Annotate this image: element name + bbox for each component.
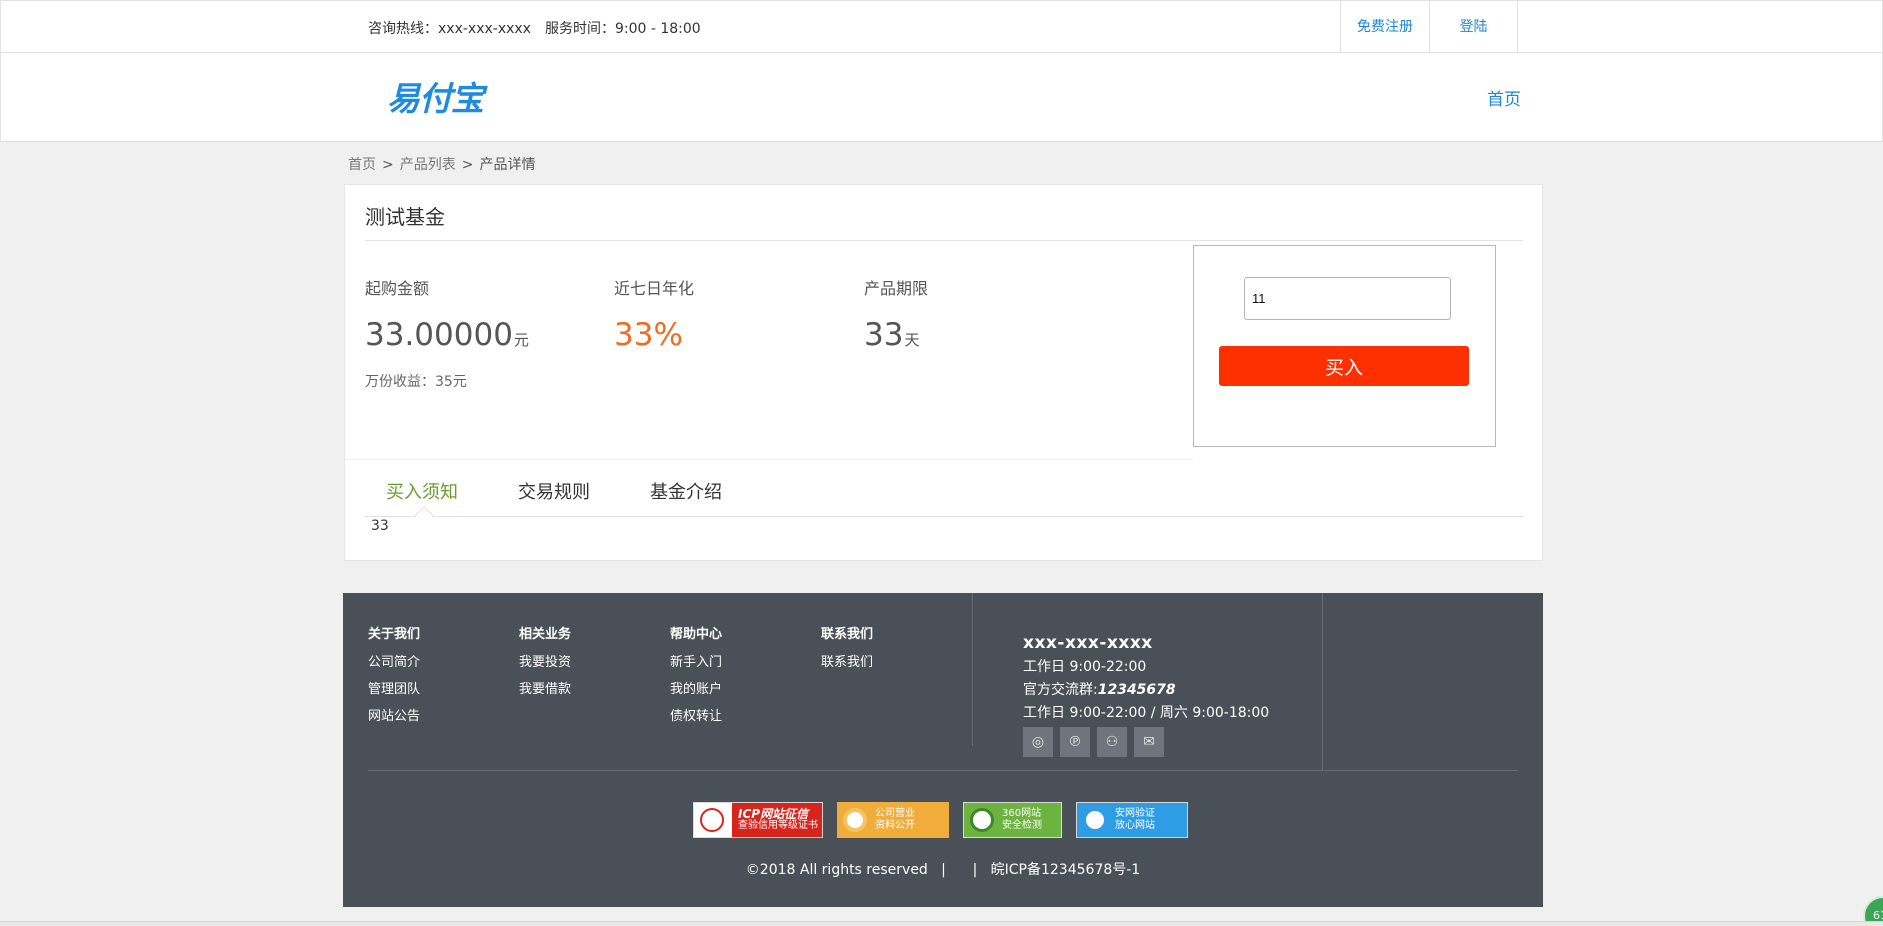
footer-contact: xxx-xxx-xxxx 工作日 9:00-22:00 官方交流群:123456… bbox=[1023, 633, 1269, 722]
weibo-icon[interactable]: ◎ bbox=[1023, 727, 1053, 757]
amount-input[interactable] bbox=[1244, 277, 1451, 320]
breadcrumb-product-list[interactable]: 产品列表 bbox=[400, 157, 456, 173]
stat-label: 起购金额 bbox=[365, 279, 430, 298]
footer-heading: 关于我们 bbox=[368, 627, 421, 642]
login-link[interactable]: 登陆 bbox=[1429, 1, 1518, 53]
account-links: 免费注册 登陆 bbox=[1340, 1, 1518, 53]
hotline-text: 咨询热线：xxx-xxx-xxxx bbox=[368, 21, 531, 37]
footer-column-help: 帮助中心 新手入门 我的账户 债权转让 bbox=[670, 623, 722, 732]
trust-badges: ICP网站征信 查验信用等级证书 公司营业 资料公开 360网站 安全检测 安网验证放… bbox=[693, 802, 1202, 838]
stat-label: 产品期限 bbox=[864, 279, 929, 298]
copyright-text: ©2018 All rights reserved | | 皖ICP备12345… bbox=[745, 862, 1141, 878]
footer-link[interactable]: 我的账户 bbox=[670, 678, 722, 697]
contact-hours: 工作日 9:00-22:00 bbox=[1023, 659, 1147, 675]
tabs-separator bbox=[345, 459, 1193, 460]
hotline-info: 咨询热线：xxx-xxx-xxxx 服务时间：9:00 - 18:00 bbox=[368, 18, 701, 38]
footer-divider bbox=[972, 593, 973, 746]
active-tab-indicator bbox=[414, 506, 434, 526]
breadcrumb: 首页 > 产品列表 > 产品详情 bbox=[348, 154, 535, 174]
stat-value: 33天 bbox=[864, 317, 920, 353]
shield-icon bbox=[1083, 808, 1107, 832]
site-header: 易付宝 首页 bbox=[0, 53, 1883, 142]
bottom-scrollbar bbox=[0, 921, 1883, 926]
breadcrumb-separator: > bbox=[461, 157, 474, 173]
social-icons: ◎ ℗ ⚇ ✉ bbox=[1023, 727, 1171, 757]
footer-link[interactable]: 联系我们 bbox=[821, 651, 873, 670]
buy-panel: 买入 bbox=[1193, 245, 1496, 447]
footer-heading: 帮助中心 bbox=[670, 627, 723, 642]
nav-home-link[interactable]: 首页 bbox=[1487, 85, 1521, 110]
breadcrumb-current: 产品详情 bbox=[479, 157, 536, 173]
footer-link[interactable]: 债权转让 bbox=[670, 705, 722, 724]
contact-hours-weekend: 工作日 9:00-22:00 / 周六 9:00-18:00 bbox=[1023, 705, 1270, 721]
users-icon[interactable]: ⚇ bbox=[1097, 727, 1127, 757]
badge-360-security[interactable]: 360网站 安全检测 bbox=[963, 802, 1062, 838]
footer-link[interactable]: 新手入门 bbox=[670, 651, 722, 670]
footer-link[interactable]: 网站公告 bbox=[368, 705, 420, 724]
breadcrumb-home[interactable]: 首页 bbox=[348, 157, 376, 173]
buy-button[interactable]: 买入 bbox=[1219, 346, 1469, 386]
site-logo[interactable]: 易付宝 bbox=[387, 72, 484, 120]
footer-link[interactable]: 我要投资 bbox=[519, 651, 571, 670]
contact-group: 官方交流群:12345678 bbox=[1023, 682, 1176, 698]
footer-heading: 联系我们 bbox=[821, 627, 874, 642]
footer-link[interactable]: 公司简介 bbox=[368, 651, 420, 670]
tab-content: 33 bbox=[371, 518, 389, 534]
footer-heading: 相关业务 bbox=[519, 627, 572, 642]
product-card: 测试基金 起购金额 33.00000元 近七日年化 33% 产品期限 33天 万… bbox=[344, 184, 1543, 561]
footer-column-about: 关于我们 公司简介 管理团队 网站公告 bbox=[368, 623, 420, 732]
breadcrumb-separator: > bbox=[382, 157, 394, 173]
stat-value: 33.00000元 bbox=[365, 317, 529, 353]
contact-phone: xxx-xxx-xxxx bbox=[1023, 633, 1153, 653]
product-tabs: 买入须知 交易规则 基金介绍 bbox=[386, 478, 782, 504]
badge-business-license[interactable]: 公司营业 资料公开 bbox=[837, 802, 949, 838]
earnings-per-10k: 万份收益：35元 bbox=[365, 374, 467, 390]
service-hours-text: 服务时间：9:00 - 18:00 bbox=[544, 21, 701, 37]
stat-value: 33% bbox=[614, 317, 683, 353]
stat-term: 产品期限 33天 bbox=[864, 275, 928, 353]
tabs-underline bbox=[365, 516, 1523, 517]
stat-annualized-yield: 近七日年化 33% bbox=[614, 275, 694, 353]
pinterest-icon[interactable]: ℗ bbox=[1060, 727, 1090, 757]
seal-icon bbox=[700, 808, 724, 832]
tab-trading-rules[interactable]: 交易规则 bbox=[518, 478, 590, 504]
tab-fund-intro[interactable]: 基金介绍 bbox=[650, 478, 722, 504]
badge-safe-site[interactable]: 安网验证 放心网站 bbox=[1076, 802, 1188, 838]
footer-horizontal-divider bbox=[368, 770, 1518, 771]
top-bar: 咨询热线：xxx-xxx-xxxx 服务时间：9:00 - 18:00 免费注册 … bbox=[0, 0, 1883, 53]
magnifier-icon bbox=[970, 808, 994, 832]
footer-link[interactable]: 管理团队 bbox=[368, 678, 420, 697]
footer-link[interactable]: 我要借款 bbox=[519, 678, 571, 697]
product-title: 测试基金 bbox=[365, 205, 445, 229]
stat-min-purchase: 起购金额 33.00000元 bbox=[365, 275, 529, 353]
title-divider bbox=[365, 240, 1523, 241]
license-icon bbox=[843, 808, 867, 832]
mail-icon[interactable]: ✉ bbox=[1134, 727, 1164, 757]
footer-column-business: 相关业务 我要投资 我要借款 bbox=[519, 623, 571, 705]
stat-label: 近七日年化 bbox=[614, 279, 695, 298]
footer-divider bbox=[1322, 593, 1323, 770]
register-link[interactable]: 免费注册 bbox=[1340, 1, 1429, 53]
badge-icp[interactable]: ICP网站征信 查验信用等级证书 bbox=[693, 802, 823, 838]
tab-purchase-notice[interactable]: 买入须知 bbox=[386, 478, 458, 504]
footer-column-contact: 联系我们 联系我们 bbox=[821, 623, 873, 678]
site-footer: 关于我们 公司简介 管理团队 网站公告 相关业务 我要投资 我要借款 帮助中心 … bbox=[343, 593, 1543, 907]
